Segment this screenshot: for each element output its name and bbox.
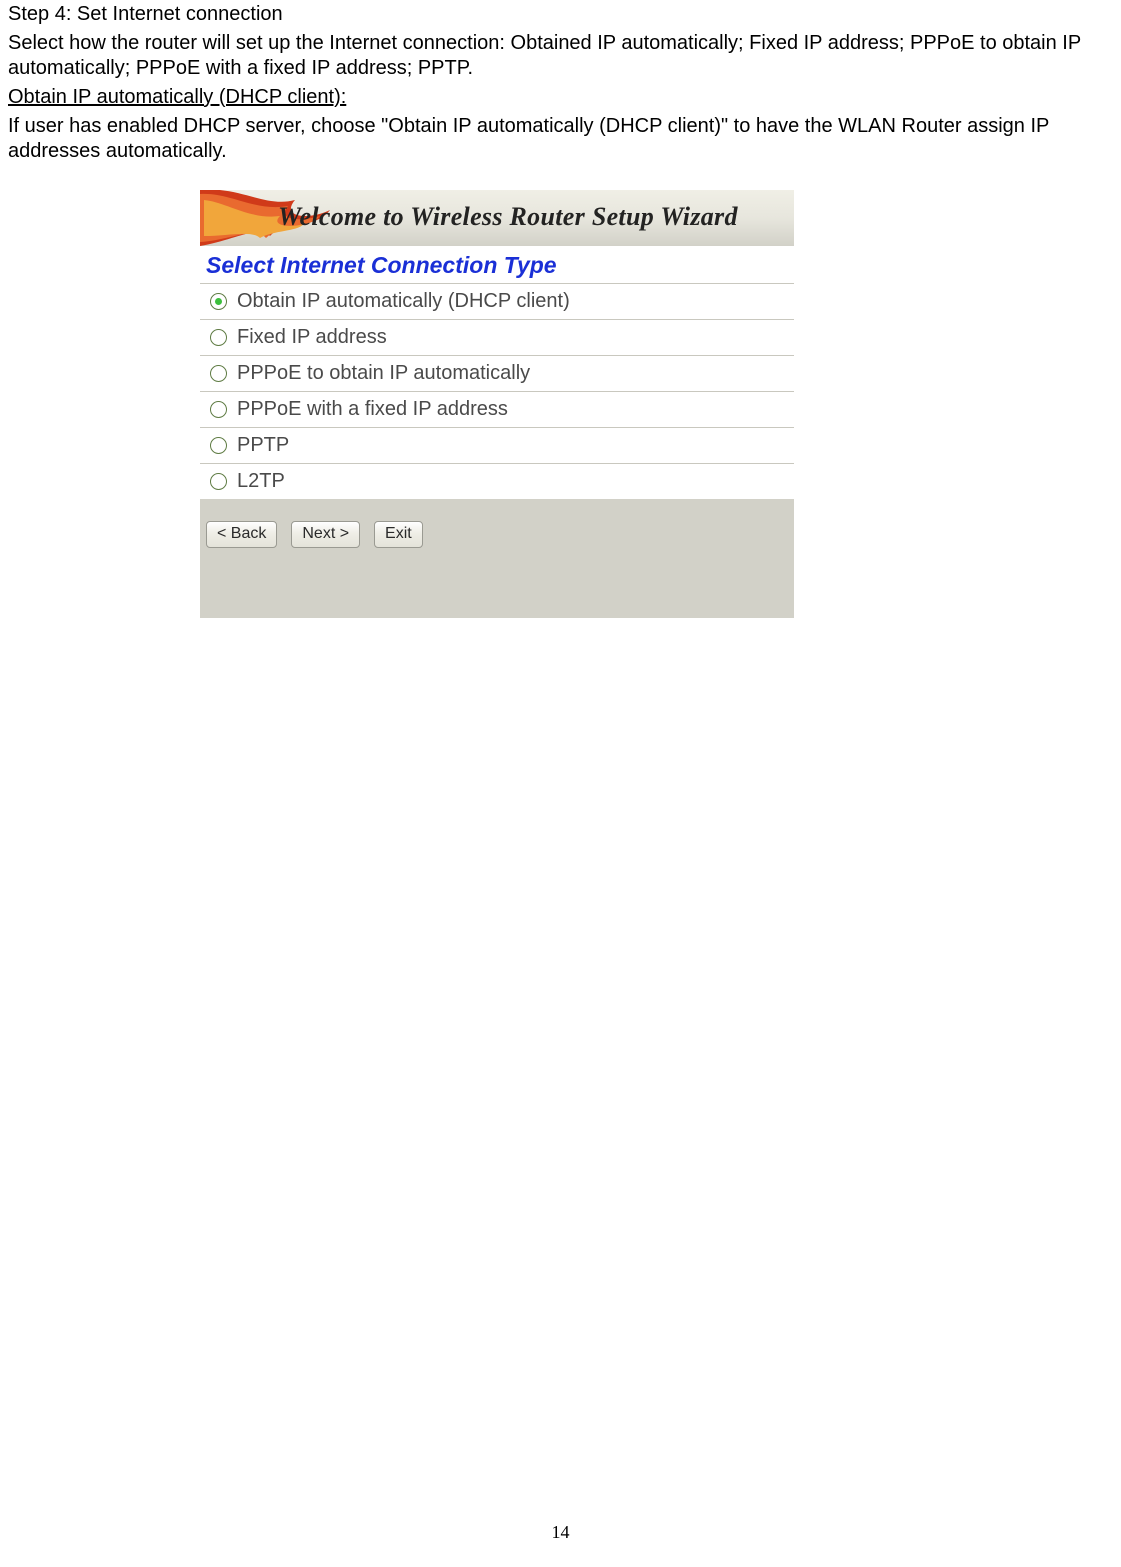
setup-wizard-screenshot: Welcome to Wireless Router Setup Wizard … xyxy=(200,190,794,618)
option-obtain-ip-auto[interactable]: Obtain IP automatically (DHCP client) xyxy=(200,283,794,319)
exit-button[interactable]: Exit xyxy=(374,521,423,548)
option-pppoe-fixed[interactable]: PPPoE with a fixed IP address xyxy=(200,391,794,427)
wizard-section-heading: Select Internet Connection Type xyxy=(200,246,794,283)
option-fixed-ip[interactable]: Fixed IP address xyxy=(200,319,794,355)
radio-icon xyxy=(210,437,227,454)
back-button[interactable]: < Back xyxy=(206,521,277,548)
option-l2tp[interactable]: L2TP xyxy=(200,463,794,499)
wizard-banner-title: Welcome to Wireless Router Setup Wizard xyxy=(278,202,738,232)
option-label: Obtain IP automatically (DHCP client) xyxy=(237,290,570,313)
radio-icon xyxy=(210,473,227,490)
radio-icon xyxy=(210,329,227,346)
paragraph-2: If user has enabled DHCP server, choose … xyxy=(8,114,1113,164)
next-button[interactable]: Next > xyxy=(291,521,360,548)
option-label: PPPoE with a fixed IP address xyxy=(237,398,508,421)
step-title: Step 4: Set Internet connection xyxy=(8,2,1113,27)
wizard-button-row: < Back Next > Exit xyxy=(200,499,794,618)
option-pppoe-auto[interactable]: PPPoE to obtain IP automatically xyxy=(200,355,794,391)
option-label: L2TP xyxy=(237,470,285,493)
subheading-dhcp: Obtain IP automatically (DHCP client): xyxy=(8,85,1113,110)
radio-icon xyxy=(210,293,227,310)
radio-icon xyxy=(210,365,227,382)
wizard-options-panel: Obtain IP automatically (DHCP client) Fi… xyxy=(200,283,794,618)
wizard-banner: Welcome to Wireless Router Setup Wizard xyxy=(200,190,794,246)
option-pptp[interactable]: PPTP xyxy=(200,427,794,463)
option-label: Fixed IP address xyxy=(237,326,387,349)
paragraph-1: Select how the router will set up the In… xyxy=(8,31,1113,81)
radio-icon xyxy=(210,401,227,418)
option-label: PPTP xyxy=(237,434,289,457)
document-body: Step 4: Set Internet connection Select h… xyxy=(0,2,1121,164)
page-number: 14 xyxy=(0,1522,1121,1543)
option-label: PPPoE to obtain IP automatically xyxy=(237,362,530,385)
